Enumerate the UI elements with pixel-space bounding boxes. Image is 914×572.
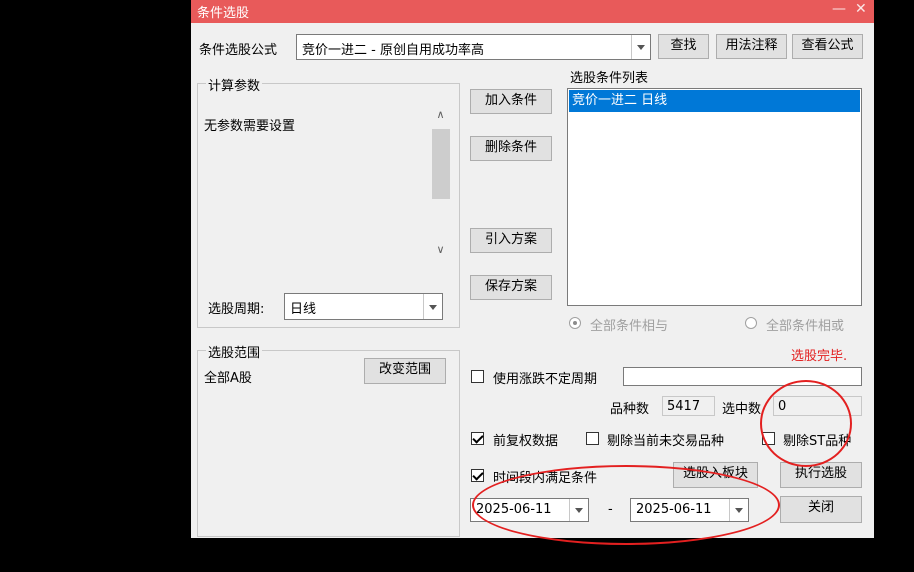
chevron-down-icon[interactable]	[569, 499, 588, 521]
window-title: 条件选股	[197, 6, 250, 21]
scroll-down-icon[interactable]: ∨	[432, 243, 449, 256]
import-plan-button[interactable]: 引入方案	[470, 228, 552, 253]
add-condition-button[interactable]: 加入条件	[470, 89, 552, 114]
forward-adjust-label: 前复权数据	[493, 434, 559, 449]
scroll-thumb[interactable]	[432, 129, 450, 199]
condition-stock-picker-window: 条件选股 — ✕ 条件选股公式 竞价一进二 - 原创自用成功率高 查找 用法注释…	[191, 0, 874, 545]
exclude-st-checkbox[interactable]	[762, 432, 775, 445]
end-date-picker[interactable]: 2025-06-11	[630, 498, 749, 522]
selected-count-label: 选中数	[722, 402, 762, 417]
logic-and-radio[interactable]	[569, 317, 581, 329]
formula-value: 竞价一进二 - 原创自用成功率高	[302, 43, 484, 58]
close-button[interactable]: 关闭	[780, 496, 862, 523]
selected-count-field: 0	[773, 396, 862, 416]
conditions-list[interactable]: 竞价一进二 日线	[567, 88, 862, 306]
end-date-value: 2025-06-11	[636, 502, 712, 517]
start-date-picker[interactable]: 2025-06-11	[470, 498, 589, 522]
scroll-up-icon[interactable]: ∧	[432, 108, 449, 121]
exclude-st-label: 剔除ST品种	[783, 434, 852, 449]
formula-label: 条件选股公式	[199, 43, 278, 58]
period-value: 日线	[290, 302, 317, 317]
time-range-label: 时间段内满足条件	[493, 471, 598, 486]
total-count-label: 品种数	[610, 402, 650, 417]
date-separator: -	[608, 502, 613, 517]
formula-select[interactable]: 竞价一进二 - 原创自用成功率高	[296, 34, 651, 60]
chevron-down-icon[interactable]	[729, 499, 748, 521]
logic-or-radio[interactable]	[745, 317, 757, 329]
exclude-untraded-label: 剔除当前未交易品种	[607, 434, 725, 449]
start-date-value: 2025-06-11	[476, 502, 552, 517]
title-bar[interactable]: 条件选股 — ✕	[191, 0, 874, 23]
scope-value: 全部A股	[204, 371, 252, 386]
chevron-down-icon[interactable]	[631, 35, 650, 59]
chevron-down-icon[interactable]	[423, 294, 442, 319]
scope-title: 选股范围	[206, 342, 263, 361]
change-scope-button[interactable]: 改变范围	[364, 358, 446, 384]
exclude-untraded-checkbox[interactable]	[586, 432, 599, 445]
close-icon[interactable]: ✕	[855, 1, 867, 17]
variable-period-field[interactable]	[623, 367, 862, 386]
status-text: 选股完毕.	[791, 349, 848, 364]
total-count-field: 5417	[662, 396, 715, 416]
params-title: 计算参数	[206, 75, 263, 94]
time-range-checkbox[interactable]	[471, 469, 484, 482]
selected-count-value: 0	[778, 399, 787, 414]
find-button[interactable]: 查找	[658, 34, 709, 59]
variable-period-label: 使用涨跌不定周期	[493, 372, 598, 387]
list-item[interactable]: 竞价一进二 日线	[569, 90, 860, 112]
period-select[interactable]: 日线	[284, 293, 443, 320]
usage-notes-button[interactable]: 用法注释	[716, 34, 787, 59]
scope-group: 选股范围 全部A股 改变范围	[197, 342, 460, 537]
add-to-block-button[interactable]: 选股入板块	[673, 462, 758, 488]
params-group: 计算参数 无参数需要设置 ∧ ∨ 选股周期: 日线	[197, 75, 460, 328]
execute-selection-button[interactable]: 执行选股	[780, 462, 862, 488]
params-text: 无参数需要设置	[204, 119, 296, 134]
minimize-icon[interactable]: —	[832, 1, 846, 17]
save-plan-button[interactable]: 保存方案	[470, 275, 552, 300]
conditions-title: 选股条件列表	[570, 71, 649, 86]
view-formula-button[interactable]: 查看公式	[792, 34, 863, 59]
delete-condition-button[interactable]: 删除条件	[470, 136, 552, 161]
total-count-value: 5417	[667, 399, 701, 414]
logic-or-label: 全部条件相或	[766, 319, 845, 334]
variable-period-checkbox[interactable]	[471, 370, 484, 383]
period-label: 选股周期:	[208, 302, 265, 317]
params-scrollbar[interactable]: ∧ ∨	[432, 104, 450, 262]
logic-and-label: 全部条件相与	[590, 319, 669, 334]
forward-adjust-checkbox[interactable]	[471, 432, 484, 445]
annotation-circle-selected	[760, 380, 852, 467]
